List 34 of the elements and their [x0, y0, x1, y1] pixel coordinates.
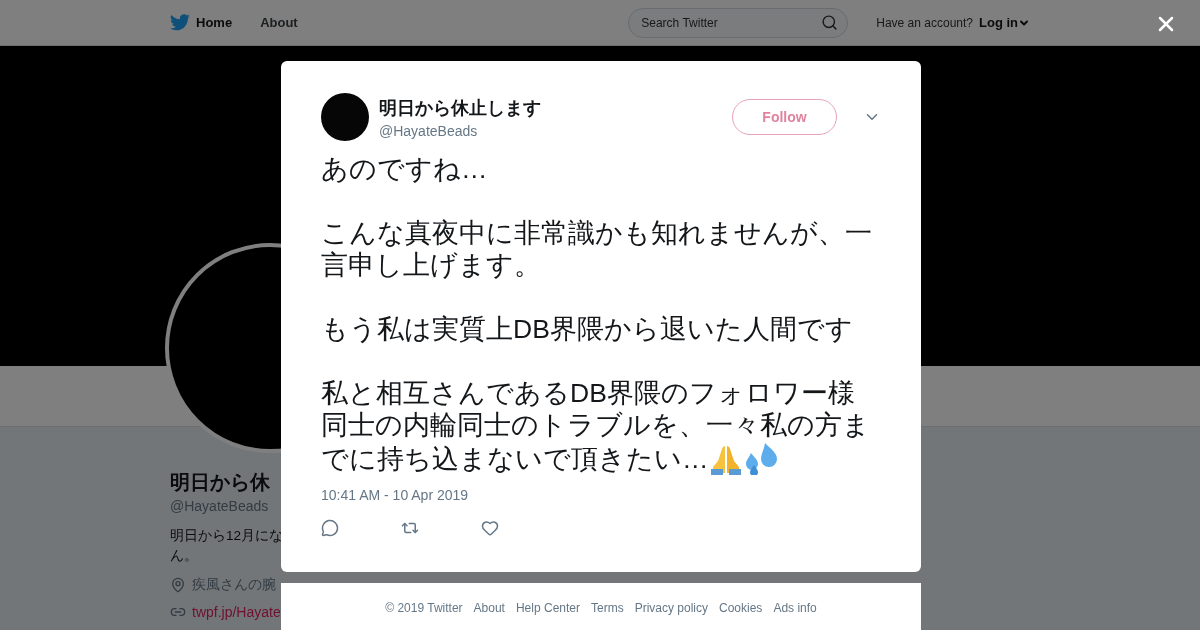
search-field[interactable]: Search Twitter: [628, 7, 849, 38]
nav-link[interactable]: Home: [170, 14, 233, 31]
tweet-text: あのですね…: [321, 153, 489, 185]
location-text: 疾風さんの腕: [192, 576, 276, 594]
heart-icon[interactable]: [481, 519, 499, 537]
profile-name: 明日から休: [170, 470, 271, 495]
praying-hands-icon: [708, 443, 743, 475]
author-name: 明日から休止します: [379, 96, 542, 120]
account-prompt: Have an account?: [876, 15, 973, 30]
footer-link[interactable]: Ads info: [773, 601, 817, 630]
tweet-text: もう私は実質上DB界隈から退いた人間です: [321, 313, 854, 345]
footer-link[interactable]: © 2019 Twitter: [385, 601, 463, 630]
tweet-text: 私と相互さんであるDB界隈のフォロワー様同士の内輪同士のトラブルを、一々私の方ま: [321, 377, 871, 441]
tweet-timestamp: 10:41 AM - 10 Apr 2019: [321, 487, 470, 503]
bird-icon: [170, 14, 190, 31]
search-icon: [821, 13, 839, 31]
footer-link[interactable]: Help Center: [515, 601, 580, 630]
location-pin-icon: [170, 577, 186, 593]
author-handle: @HayateBeads: [379, 122, 479, 139]
bio-text: 明日から12月にな: [170, 527, 285, 545]
nav-link[interactable]: About: [260, 15, 298, 30]
footer-link[interactable]: Cookies: [719, 601, 763, 630]
login-link[interactable]: Log in: [979, 15, 1030, 30]
footer-link[interactable]: Terms: [591, 601, 624, 630]
avatar: [321, 93, 369, 141]
footer-link[interactable]: Privacy policy: [634, 601, 708, 630]
profile-link[interactable]: twpf.jp/Hayate: [192, 604, 281, 620]
bio-text: ん。: [170, 547, 199, 565]
profile-handle: @HayateBeads: [170, 498, 270, 514]
footer-link[interactable]: About: [473, 601, 505, 630]
reply-icon[interactable]: [321, 519, 339, 537]
tweet-text: でに持ち込まないで頂きたい…: [321, 443, 709, 475]
follow-button[interactable]: Follow: [732, 99, 837, 135]
tweet-text: こんな真夜中に非常識かも知れませんが、一言申し上げます。: [321, 217, 873, 281]
